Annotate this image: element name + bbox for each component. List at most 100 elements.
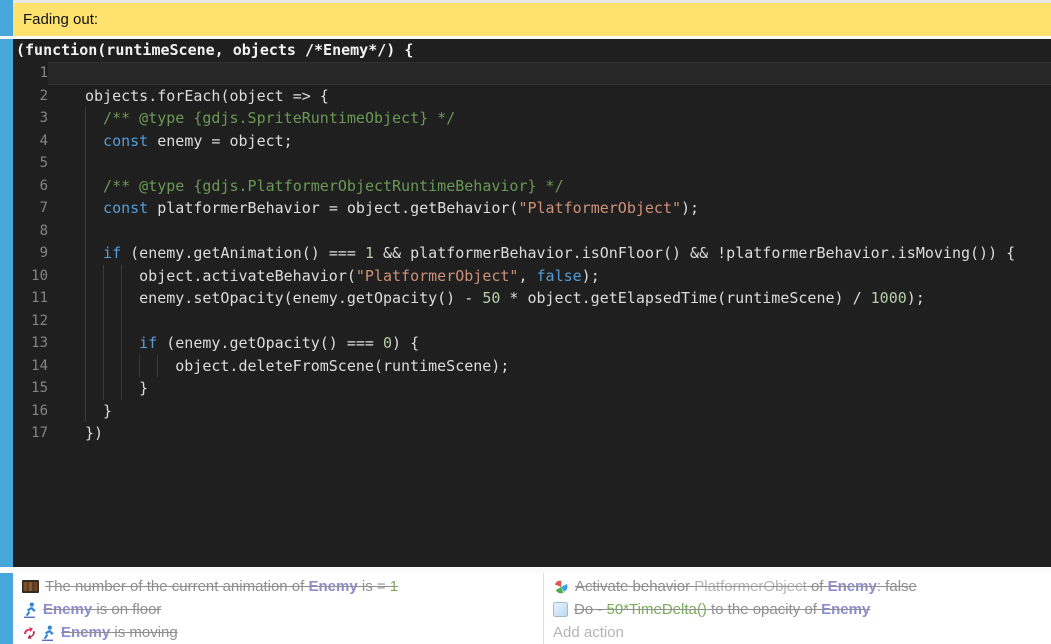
code-function-footer: })(runtimeScene, objects /*Enemy*/); // … <box>13 545 1051 567</box>
code-line-content[interactable]: } <box>48 377 1051 400</box>
line-number: 5 <box>13 152 48 175</box>
code-line[interactable]: 16 } <box>13 400 1051 423</box>
code-line-content[interactable]: object.deleteFromScene(runtimeScene); <box>48 355 1051 378</box>
code-token: (enemy.getAnimation() === <box>121 244 365 262</box>
code-line[interactable]: 6 /** @type {gdjs.PlatformerObjectRuntim… <box>13 175 1051 198</box>
add-action-link[interactable]: Add action <box>544 621 1051 644</box>
indent-guide <box>85 197 103 220</box>
event-icons <box>22 625 55 641</box>
indent-guide <box>121 332 139 355</box>
js-code-event[interactable]: (function(runtimeScene, objects /*Enemy*… <box>0 39 1051 567</box>
code-line[interactable]: 9 if (enemy.getAnimation() === 1 && plat… <box>13 242 1051 265</box>
code-token: const <box>103 132 148 150</box>
code-line-content[interactable] <box>48 310 1051 333</box>
code-token: if <box>103 244 121 262</box>
code-line-content[interactable]: const platformerBehavior = object.getBeh… <box>48 197 1051 220</box>
indent-guide <box>85 377 103 400</box>
condition-row[interactable]: Enemy is moving <box>13 621 543 644</box>
code-token: && platformerBehavior.isOnFloor() && !pl… <box>374 244 1015 262</box>
code-filler[interactable] <box>13 445 1051 546</box>
line-number: 2 <box>13 85 48 108</box>
code-token: objects.forEach(object => { <box>85 87 329 105</box>
sentence-text: to the opacity of <box>707 601 821 618</box>
platformer-icon <box>22 602 37 618</box>
code-line-content[interactable]: /** @type {gdjs.PlatformerObjectRuntimeB… <box>48 175 1051 198</box>
code-line-content[interactable]: const enemy = object; <box>48 130 1051 153</box>
code-line-content[interactable]: /** @type {gdjs.SpriteRuntimeObject} */ <box>48 107 1051 130</box>
code-token: * object.getElapsedTime(runtimeScene) / <box>500 289 870 307</box>
code-token: enemy = object; <box>148 132 293 150</box>
code-line[interactable]: 17}) <box>13 422 1051 445</box>
sentence-text: is moving <box>110 624 178 641</box>
code-token: "PlatformerObject" <box>356 267 519 285</box>
code-line[interactable]: 1 <box>13 62 1051 85</box>
line-number: 15 <box>13 377 48 400</box>
condition-row[interactable]: Enemy is on floor <box>13 598 543 621</box>
code-line[interactable]: 12 <box>13 310 1051 333</box>
code-line[interactable]: 3 /** @type {gdjs.SpriteRuntimeObject} *… <box>13 107 1051 130</box>
line-number: 3 <box>13 107 48 130</box>
indent-guide <box>121 355 139 378</box>
code-line-content[interactable]: if (enemy.getAnimation() === 1 && platfo… <box>48 242 1051 265</box>
event-highlight-strip <box>0 3 13 36</box>
code-line-content[interactable] <box>48 62 1051 85</box>
code-line[interactable]: 7 const platformerBehavior = object.getB… <box>13 197 1051 220</box>
code-line[interactable]: 10 object.activateBehavior("PlatformerOb… <box>13 265 1051 288</box>
code-line-content[interactable]: if (enemy.getOpacity() === 0) { <box>48 332 1051 355</box>
code-line-content[interactable]: enemy.setOpacity(enemy.getOpacity() - 50… <box>48 287 1051 310</box>
code-token: "PlatformerObject" <box>518 199 681 217</box>
action-row[interactable]: Do - 50*TimeDelta() to the opacity of En… <box>544 598 1051 621</box>
comment-event[interactable]: Fading out: <box>0 3 1051 36</box>
code-line-content[interactable] <box>48 152 1051 175</box>
event-highlight-strip <box>0 573 13 644</box>
code-lines[interactable]: 12 objects.forEach(object => { 3 /** @type… <box>13 62 1051 445</box>
code-function-header: (function(runtimeScene, objects /*Enemy*… <box>13 39 1051 62</box>
expression-value: 50*TimeDelta() <box>607 601 707 618</box>
code-line[interactable]: 15 } <box>13 377 1051 400</box>
indent-guide <box>85 175 103 198</box>
indent-guide <box>103 355 121 378</box>
comment-body[interactable]: Fading out: <box>13 3 1051 36</box>
indent-guide <box>85 220 103 243</box>
standard-event[interactable]: The number of the current animation of E… <box>0 573 1051 644</box>
code-line-content[interactable]: } <box>48 400 1051 423</box>
animation-icon <box>22 580 39 593</box>
code-line[interactable]: 8 <box>13 220 1051 243</box>
code-line-content[interactable]: }) <box>48 422 1051 445</box>
js-code-editor[interactable]: (function(runtimeScene, objects /*Enemy*… <box>13 39 1051 567</box>
condition-row[interactable]: The number of the current animation of E… <box>13 575 543 598</box>
line-number: 9 <box>13 242 48 265</box>
code-line[interactable]: 11 enemy.setOpacity(enemy.getOpacity() -… <box>13 287 1051 310</box>
line-number: 4 <box>13 130 48 153</box>
code-line[interactable]: 14 object.deleteFromScene(runtimeScene); <box>13 355 1051 378</box>
line-number: 17 <box>13 422 48 445</box>
code-line[interactable]: 5 <box>13 152 1051 175</box>
gdevelop-event-sheet: Fading out: (function(runtimeScene, obje… <box>0 0 1051 644</box>
line-number: 6 <box>13 175 48 198</box>
sentence-text: : false <box>877 578 917 595</box>
code-token: , <box>518 267 536 285</box>
indent-guide <box>103 310 121 333</box>
action-row[interactable]: Activate behavior PlatformerObject of En… <box>544 575 1051 598</box>
object-name: Enemy <box>43 601 92 618</box>
code-line-content[interactable] <box>48 220 1051 243</box>
code-line[interactable]: 4 const enemy = object; <box>13 130 1051 153</box>
code-token: 0 <box>383 334 392 352</box>
indent-guide <box>121 287 139 310</box>
indent-guide <box>85 400 103 423</box>
object-name: Enemy <box>308 578 357 595</box>
code-line-content[interactable]: objects.forEach(object => { <box>48 85 1051 108</box>
line-number: 12 <box>13 310 48 333</box>
indent-guide <box>85 287 103 310</box>
code-token: ); <box>681 199 699 217</box>
object-name: Enemy <box>821 601 870 618</box>
code-line[interactable]: 2 objects.forEach(object => { <box>13 85 1051 108</box>
moving-icon <box>22 625 37 640</box>
code-line[interactable]: 13 if (enemy.getOpacity() === 0) { <box>13 332 1051 355</box>
code-token: false <box>537 267 582 285</box>
opacity-icon <box>553 602 568 617</box>
code-token: /** @type {gdjs.PlatformerObjectRuntimeB… <box>103 177 564 195</box>
code-line-content[interactable]: object.activateBehavior("PlatformerObjec… <box>48 265 1051 288</box>
condition-text: The number of the current animation of E… <box>45 578 398 595</box>
event-highlight-strip <box>0 39 13 567</box>
